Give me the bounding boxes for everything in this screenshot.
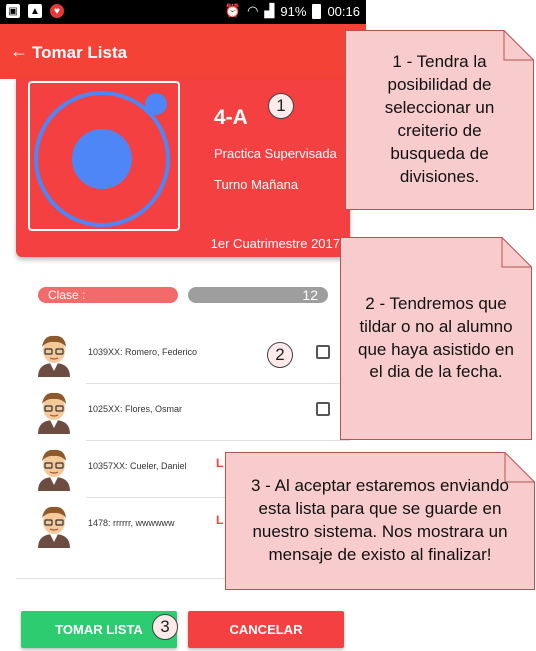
term-label: 1er Cuatrimestre 2017	[210, 236, 340, 251]
annotation-marker-2: 2	[267, 342, 293, 368]
cancel-button[interactable]: CANCELAR	[188, 611, 344, 648]
class-count-pill: 12	[188, 287, 328, 303]
clock: 00:16	[327, 3, 360, 19]
course-card[interactable]: 4-A Practica Supervisada Turno Mañana 1e…	[16, 79, 350, 257]
student-avatar-icon	[38, 335, 70, 377]
annotation-marker-3: 3	[152, 614, 178, 640]
alarm-icon: ⏰	[224, 3, 242, 18]
subject-name: Practica Supervisada	[214, 146, 337, 161]
student-avatar-icon	[38, 449, 70, 491]
student-avatar-icon	[38, 392, 70, 434]
student-status: L	[216, 513, 224, 527]
battery-percent: 91%	[280, 3, 307, 19]
student-name: 10357XX: Cueler, Daniel	[88, 461, 187, 471]
signal-icon: ▟	[264, 3, 275, 18]
class-label-pill: Clase :	[38, 287, 178, 303]
annotation-note-1: 1 - Tendra la posibilidad de seleccionar…	[345, 30, 534, 210]
notification-icon: ▣	[6, 4, 20, 18]
note-text: 1 - Tendra la posibilidad de seleccionar…	[384, 52, 495, 186]
annotation-marker-1: 1	[268, 93, 294, 119]
student-avatar-icon	[38, 506, 70, 548]
student-name: 1025XX: Flores, Osmar	[88, 404, 183, 414]
battery-icon	[312, 3, 322, 19]
page-title: Tomar Lista	[32, 43, 128, 62]
student-name: 1039XX: Romero, Federico	[88, 347, 198, 357]
wifi-icon: ◠	[247, 3, 259, 18]
heart-icon: ♥	[50, 4, 64, 18]
image-icon: ▲	[28, 4, 42, 18]
student-name: 1478: rrrrrr, wwwwww	[88, 518, 175, 528]
ionic-logo-icon	[34, 91, 170, 227]
course-name: 4-A	[214, 106, 248, 129]
status-bar: ▣ ▲ ♥ ⏰ ◠ ▟ 91% 00:16	[0, 0, 366, 24]
app-toolbar: ← Tomar Lista	[0, 24, 366, 79]
note-text: 2 - Tendremos que tildar o no al alumno …	[358, 293, 514, 382]
attendance-checkbox[interactable]	[316, 402, 330, 416]
annotation-note-2: 2 - Tendremos que tildar o no al alumno …	[340, 237, 532, 440]
attendance-checkbox[interactable]	[316, 345, 330, 359]
shift-label: Turno Mañana	[214, 177, 299, 192]
student-row[interactable]: 1025XX: Flores, Osmar	[30, 384, 350, 440]
arrow-left-icon[interactable]: ←	[10, 41, 28, 62]
student-row[interactable]: 1039XX: Romero, Federico	[30, 327, 350, 383]
note-text: 3 - Al aceptar estaremos enviando esta l…	[251, 476, 509, 564]
app-logo	[28, 81, 180, 231]
annotation-note-3: 3 - Al aceptar estaremos enviando esta l…	[225, 452, 535, 590]
student-status: L	[216, 456, 224, 470]
